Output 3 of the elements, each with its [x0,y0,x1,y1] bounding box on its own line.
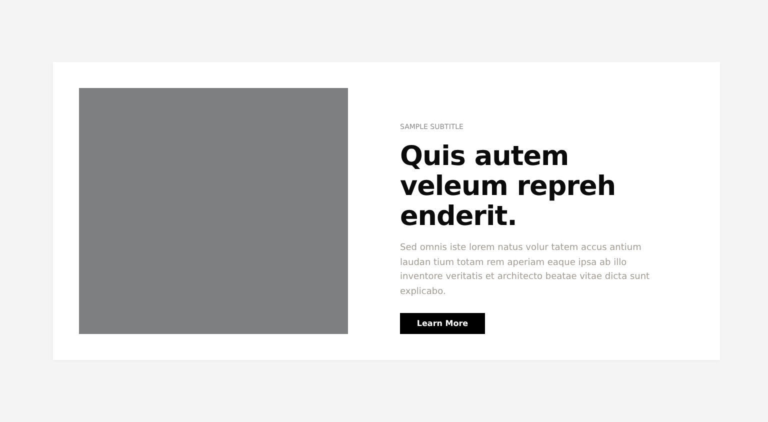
heading: Quis autem veleum repreh enderit. [400,142,617,232]
description-text: Sed omnis iste lorem natus volur tatem accus antium laudan tium totam rem aperiam eaque ipsa ab illo inventore veritatis et architecto beatae vitae dicta sunt explicabo. [400,242,651,298]
learn-more-button[interactable]: Learn More [400,313,485,334]
